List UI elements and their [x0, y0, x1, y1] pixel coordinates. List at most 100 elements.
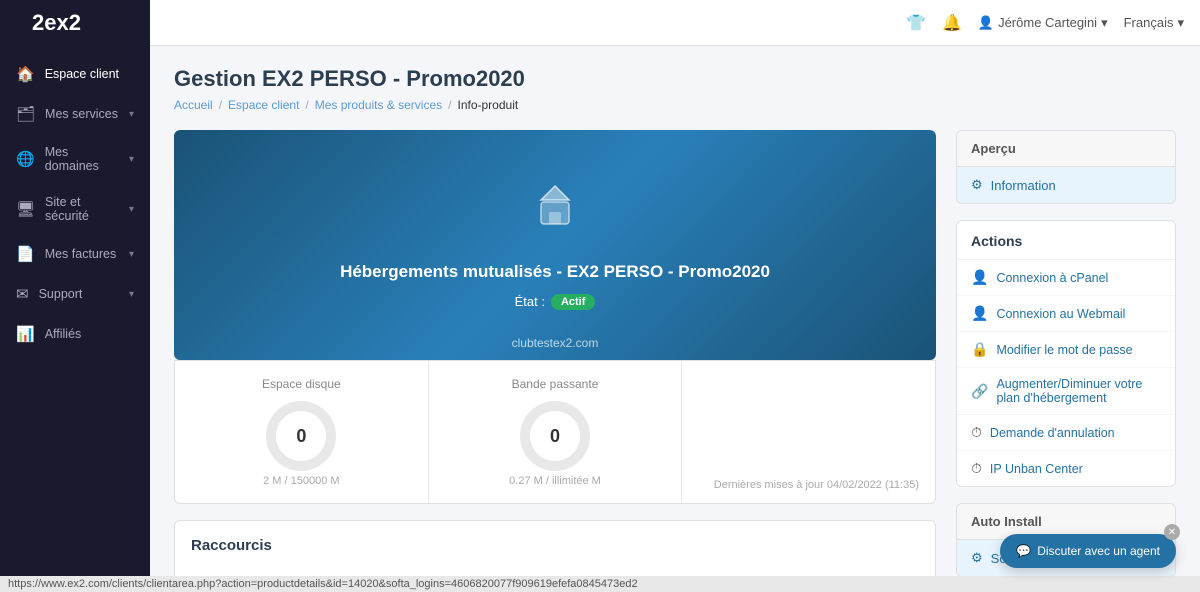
action-password[interactable]: 🔒 Modifier le mot de passe — [957, 332, 1175, 368]
sidebar-item-mes-services[interactable]: 🗂 Mes services ▾ — [0, 94, 150, 134]
action-upgrade[interactable]: 🔗 Augmenter/Diminuer votre plan d'héberg… — [957, 368, 1175, 415]
breadcrumb-sep-1: / — [219, 98, 222, 112]
actions-title: Actions — [957, 221, 1175, 260]
action-cancel[interactable]: ⏱ Demande d'annulation — [957, 415, 1175, 451]
cancel-icon: ⏱ — [971, 424, 982, 441]
action-label-4: Demande d'annulation — [990, 426, 1115, 440]
disk-stat: Espace disque 0 2 M / 150000 M — [175, 361, 429, 503]
sidebar-label-affilies: Affiliés — [45, 327, 134, 341]
breadcrumb-home[interactable]: Accueil — [174, 98, 213, 112]
user-name: Jérôme Cartegini — [998, 15, 1097, 30]
user-dropdown-icon: ▾ — [1101, 15, 1108, 31]
cpanel-icon: 👤 — [971, 269, 988, 286]
chat-icon: 💬 — [1016, 544, 1031, 558]
invoice-icon: 📄 — [16, 245, 35, 263]
user-menu[interactable]: 👤 Jérôme Cartegini ▾ — [978, 15, 1108, 31]
services-icon: 🗂 — [16, 105, 35, 123]
sidebar-item-espace-client[interactable]: 🏠 Espace client — [0, 54, 150, 94]
actions-box: Actions 👤 Connexion à cPanel 👤 Connexion… — [956, 220, 1176, 487]
sidebar-item-mes-domaines[interactable]: 🌐 Mes domaines ▾ — [0, 134, 150, 184]
chart-icon: 📊 — [16, 325, 35, 343]
product-icon — [527, 180, 583, 248]
page-title: Gestion EX2 PERSO - Promo2020 — [174, 66, 1176, 92]
breadcrumb-espace-client[interactable]: Espace client — [228, 98, 299, 112]
sidebar-label-espace-client: Espace client — [45, 67, 134, 81]
sidebar: 🏠 Espace client 🗂 Mes services ▾ 🌐 Mes d… — [0, 46, 150, 592]
breadcrumb-sep-2: / — [305, 98, 308, 112]
product-domain: clubtestex2.com — [174, 336, 936, 350]
chevron-down-icon: ▾ — [129, 109, 134, 120]
chat-label: Discuter avec un agent — [1037, 544, 1160, 558]
right-panel: Aperçu ⚙ Information Actions 👤 Connexion… — [956, 130, 1176, 592]
action-label-5: IP Unban Center — [990, 462, 1083, 476]
home-icon: 🏠 — [16, 65, 35, 83]
left-panel: Hébergements mutualisés - EX2 PERSO - Pr… — [174, 130, 936, 592]
svg-text:2ex2: 2ex2 — [32, 10, 81, 35]
lock-icon: 🔒 — [971, 341, 988, 358]
sidebar-item-site-securite[interactable]: 🖥 Site et sécurité ▾ — [0, 184, 150, 234]
status-badge: Actif — [551, 294, 595, 310]
information-label: Information — [991, 178, 1056, 193]
breadcrumb-mes-produits[interactable]: Mes produits & services — [315, 98, 442, 112]
external-link-icon: 🔗 — [971, 383, 988, 400]
stats-row: Espace disque 0 2 M / 150000 M Bande pas… — [174, 360, 936, 504]
disk-sub: 2 M / 150000 M — [191, 475, 412, 487]
top-navigation: 2ex2 👕 🔔 👤 Jérôme Cartegini ▾ Français ▾ — [0, 0, 1200, 46]
info-gear-icon: ⚙ — [971, 177, 983, 193]
disk-gauge: 0 — [191, 401, 412, 471]
status-label: État : — [515, 294, 545, 309]
bell-icon[interactable]: 🔔 — [942, 13, 962, 33]
disk-label: Espace disque — [191, 377, 412, 391]
sidebar-label-mes-services: Mes services — [45, 107, 119, 121]
sidebar-label-site-securite: Site et sécurité — [45, 195, 119, 223]
main-content: Gestion EX2 PERSO - Promo2020 Accueil / … — [150, 46, 1200, 592]
monitor-icon: 🖥 — [16, 200, 35, 218]
status-url: https://www.ex2.com/clients/clientarea.p… — [8, 578, 638, 590]
main-layout: 🏠 Espace client 🗂 Mes services ▾ 🌐 Mes d… — [0, 46, 1200, 592]
product-title: Hébergements mutualisés - EX2 PERSO - Pr… — [340, 260, 770, 284]
apercu-box: Aperçu ⚙ Information — [956, 130, 1176, 204]
action-webmail[interactable]: 👤 Connexion au Webmail — [957, 296, 1175, 332]
shirt-icon[interactable]: 👕 — [906, 13, 926, 33]
product-section: Hébergements mutualisés - EX2 PERSO - Pr… — [174, 130, 936, 504]
product-banner: Hébergements mutualisés - EX2 PERSO - Pr… — [174, 130, 936, 360]
shortcuts-title: Raccourcis — [191, 537, 919, 554]
lang-label: Français — [1124, 15, 1174, 30]
breadcrumb-current: Info-produit — [457, 98, 518, 112]
disk-value: 0 — [276, 411, 326, 461]
breadcrumb-sep-3: / — [448, 98, 451, 112]
language-menu[interactable]: Français ▾ — [1124, 15, 1184, 31]
chevron-down-icon-3: ▾ — [129, 204, 134, 215]
mail-icon: ✉ — [16, 285, 29, 303]
chat-bubble[interactable]: 💬 Discuter avec un agent — [1000, 534, 1176, 568]
information-button[interactable]: ⚙ Information — [957, 167, 1175, 203]
bandwidth-value: 0 — [530, 411, 580, 461]
action-cpanel[interactable]: 👤 Connexion à cPanel — [957, 260, 1175, 296]
chevron-down-icon-4: ▾ — [129, 249, 134, 260]
bandwidth-label: Bande passante — [445, 377, 666, 391]
product-card: Hébergements mutualisés - EX2 PERSO - Pr… — [174, 130, 936, 360]
product-status: État : Actif — [515, 294, 596, 310]
status-bar: https://www.ex2.com/clients/clientarea.p… — [0, 576, 1200, 592]
unban-icon: ⏱ — [971, 460, 982, 477]
action-label-1: Connexion au Webmail — [996, 307, 1125, 321]
chat-close-button[interactable]: ✕ — [1164, 524, 1180, 540]
action-label-2: Modifier le mot de passe — [996, 343, 1132, 357]
webmail-icon: 👤 — [971, 305, 988, 322]
lang-dropdown-icon: ▾ — [1177, 15, 1184, 31]
sidebar-label-mes-factures: Mes factures — [45, 247, 119, 261]
bandwidth-stat: Bande passante 0 0.27 M / illimitée M — [429, 361, 683, 503]
sidebar-item-mes-factures[interactable]: 📄 Mes factures ▾ — [0, 234, 150, 274]
apercu-header: Aperçu — [957, 131, 1175, 167]
sidebar-item-affilies[interactable]: 📊 Affiliés — [0, 314, 150, 354]
action-ipunban[interactable]: ⏱ IP Unban Center — [957, 451, 1175, 486]
softaculous-icon: ⚙ — [971, 550, 983, 566]
sidebar-label-support: Support — [39, 287, 119, 301]
topnav-right: 👕 🔔 👤 Jérôme Cartegini ▾ Français ▾ — [906, 13, 1184, 33]
content-grid: Hébergements mutualisés - EX2 PERSO - Pr… — [174, 130, 1176, 592]
action-label-3: Augmenter/Diminuer votre plan d'hébergem… — [996, 377, 1161, 405]
bandwidth-gauge: 0 — [445, 401, 666, 471]
sidebar-item-support[interactable]: ✉ Support ▾ — [0, 274, 150, 314]
update-timestamp: Dernières mises à jour 04/02/2022 (11:35… — [682, 361, 935, 503]
globe-icon: 🌐 — [16, 150, 35, 168]
